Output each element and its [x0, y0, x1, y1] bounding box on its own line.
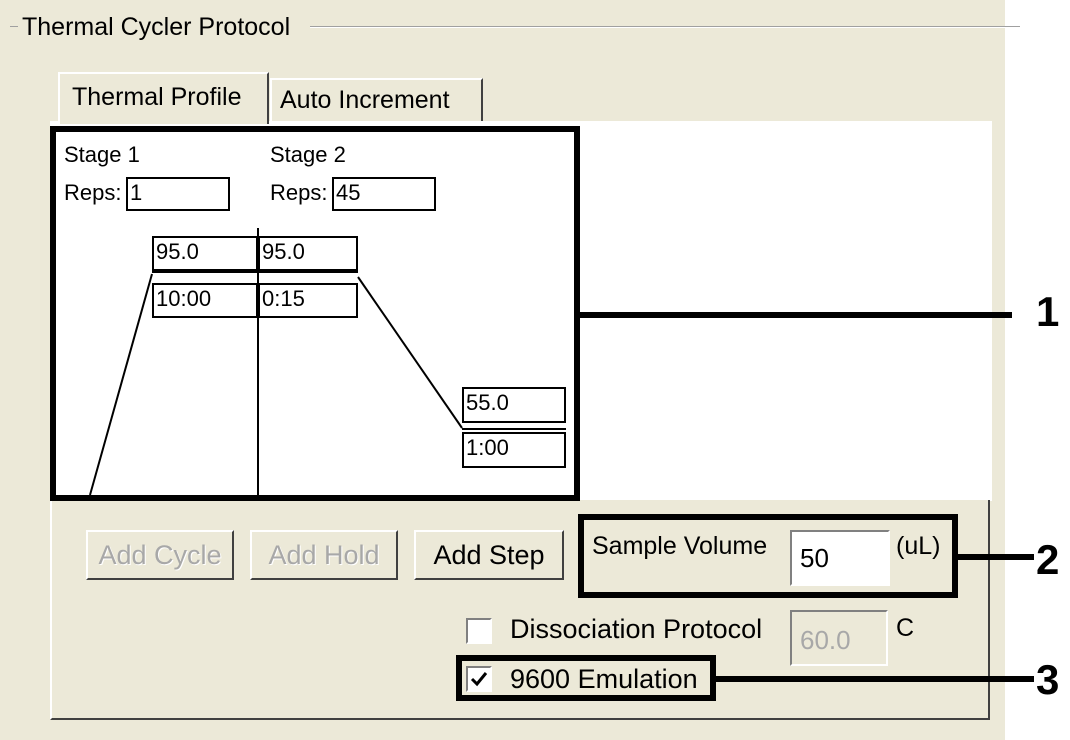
callout-box-1	[50, 126, 580, 501]
callout-number-2: 2	[1036, 536, 1060, 583]
tab-thermal-profile[interactable]: Thermal Profile	[58, 72, 269, 124]
dissociation-unit: C	[896, 614, 915, 642]
sample-volume-unit: (uL)	[896, 532, 941, 560]
emulation-label: 9600 Emulation	[510, 664, 698, 694]
dissociation-temp-field: 60.0	[790, 610, 888, 666]
sample-volume-label: Sample Volume	[592, 532, 768, 560]
callout-number-1: 1	[1036, 288, 1060, 335]
callout-line-1	[580, 312, 1012, 318]
dissociation-label: Dissociation Protocol	[510, 614, 763, 644]
add-cycle-button[interactable]: Add Cycle	[86, 530, 234, 580]
sample-volume-field[interactable]: 50	[790, 530, 890, 586]
add-hold-button[interactable]: Add Hold	[250, 530, 398, 580]
callout-line-2	[958, 554, 1034, 560]
checkmark-icon	[470, 672, 488, 687]
dissociation-checkbox[interactable]	[466, 618, 492, 644]
callout-number-3: 3	[1036, 656, 1060, 703]
emulation-checkbox[interactable]	[466, 666, 492, 692]
callout-line-3	[716, 676, 1034, 682]
add-step-button[interactable]: Add Step	[414, 530, 564, 580]
